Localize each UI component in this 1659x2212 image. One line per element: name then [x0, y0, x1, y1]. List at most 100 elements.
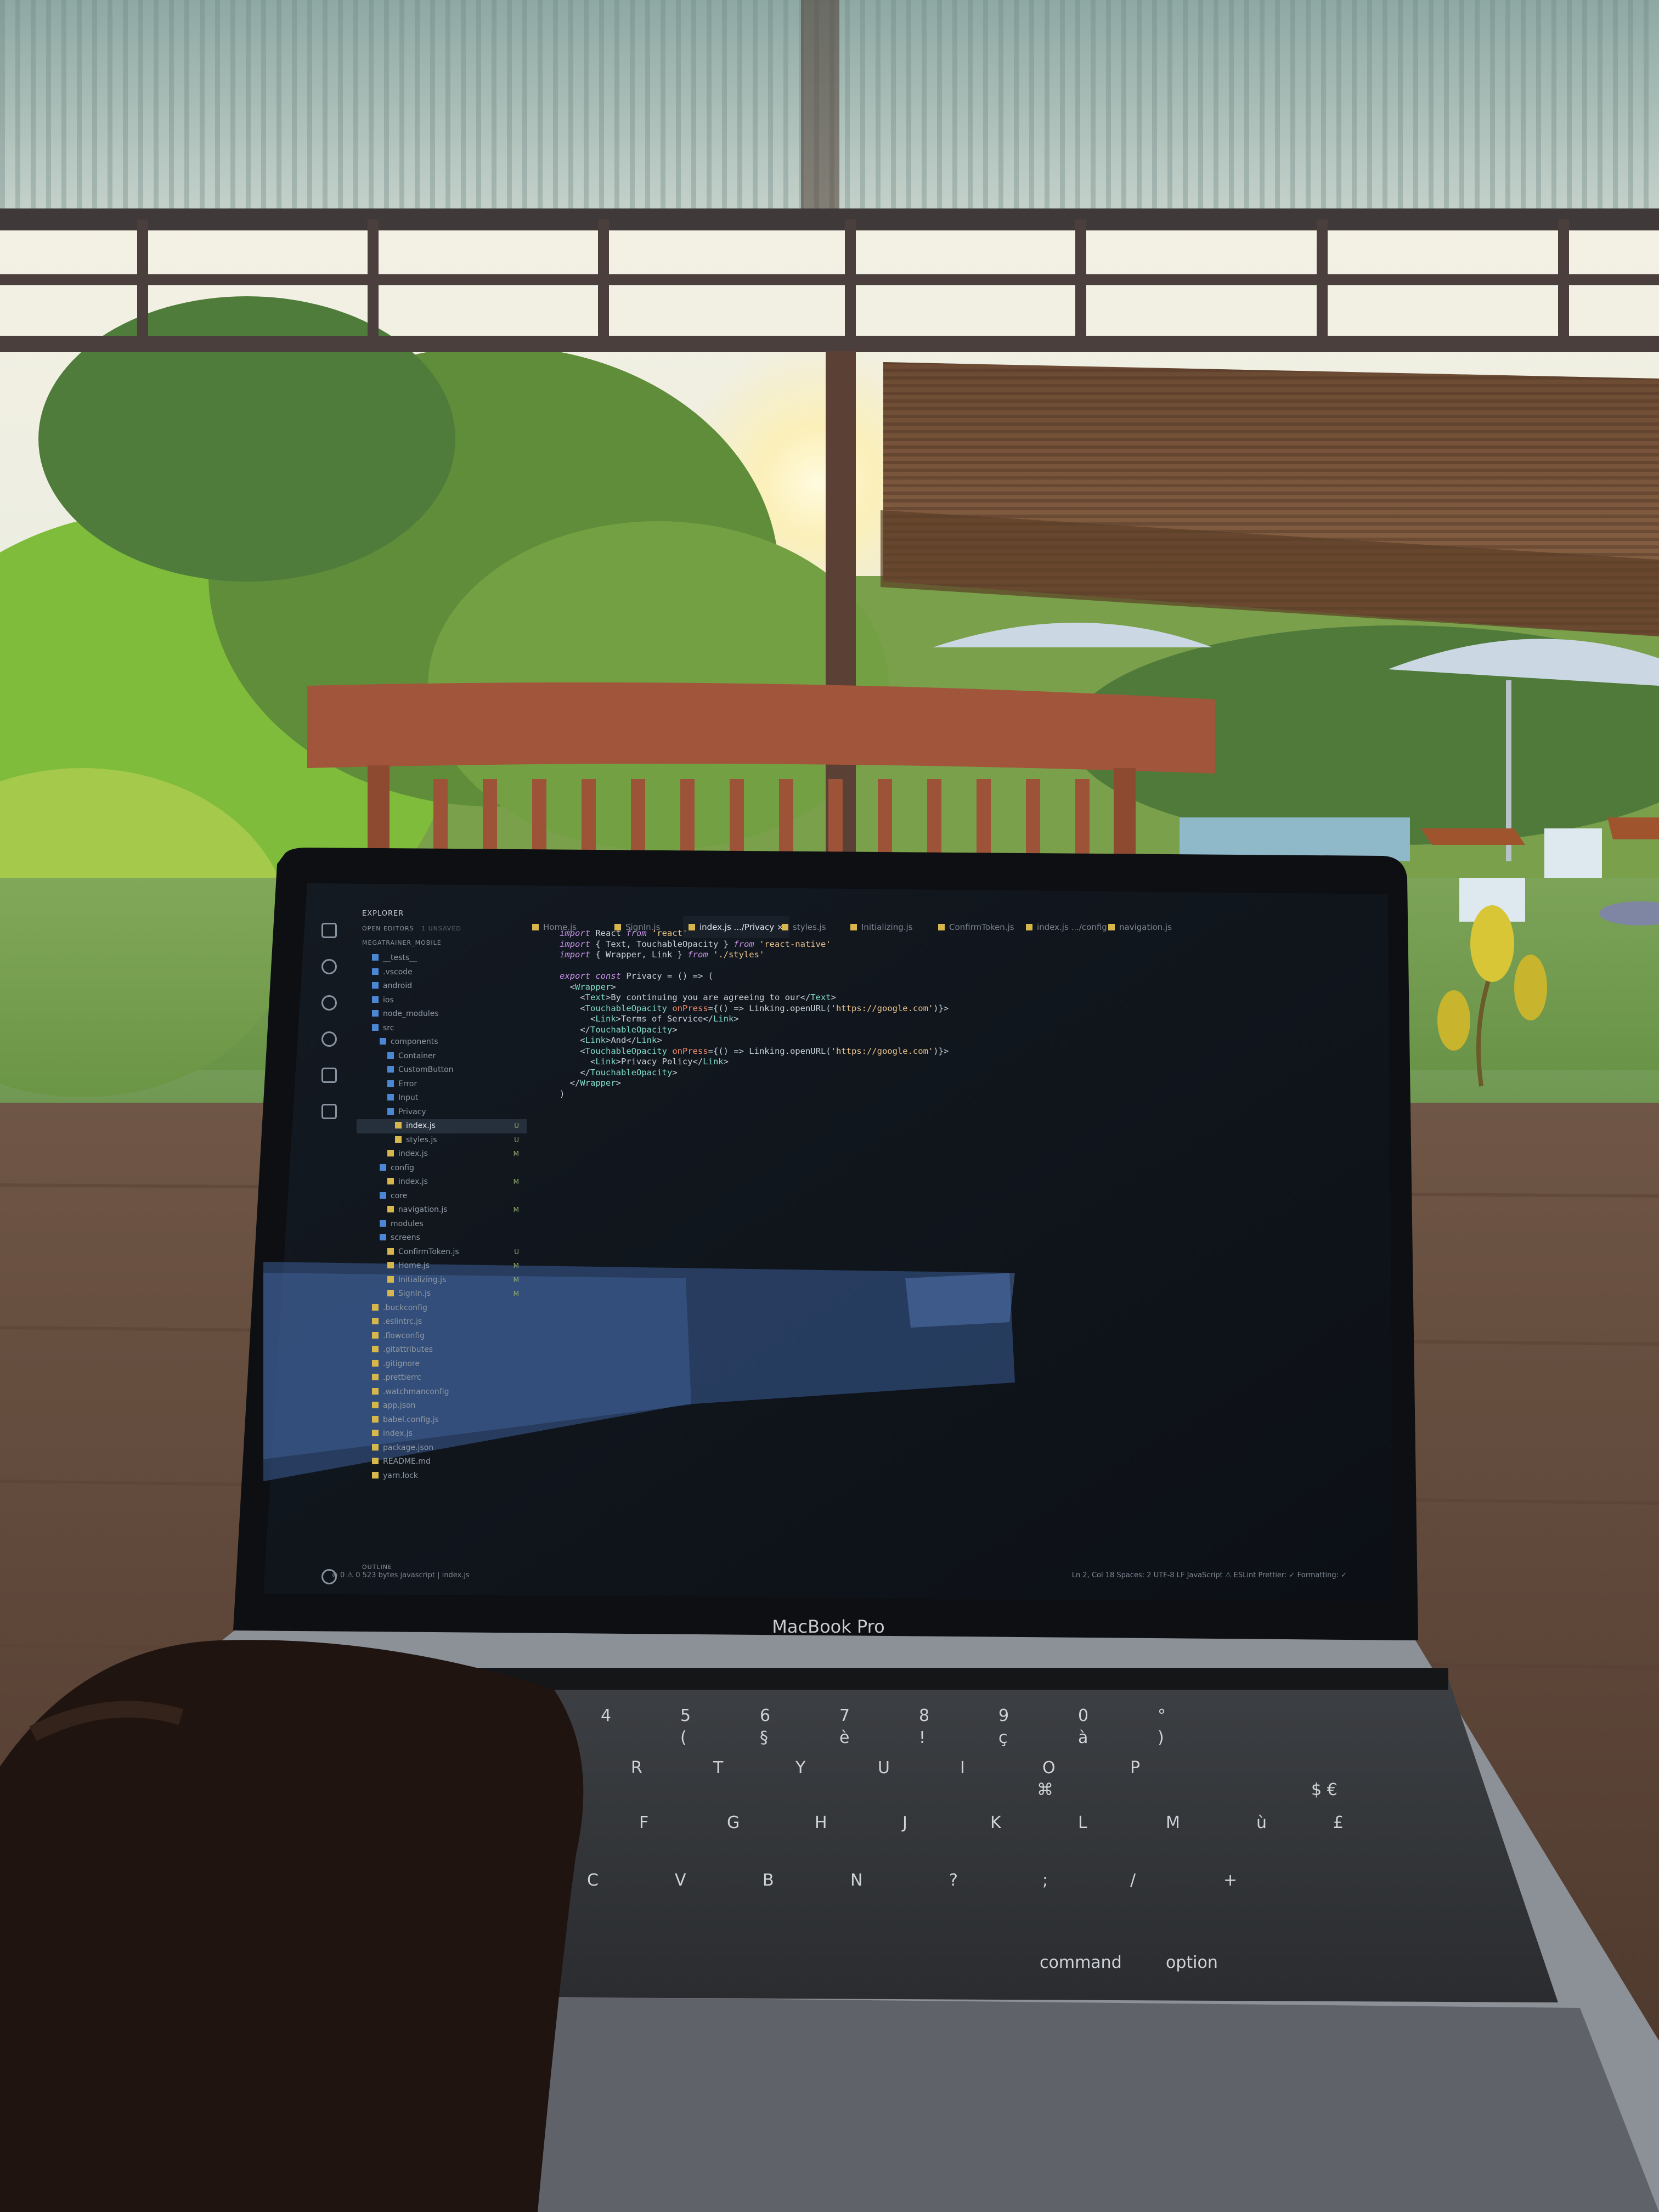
status-left[interactable]: ⊗ 0 ⚠ 0 523 bytes javascript | index.js: [332, 1571, 470, 1579]
keycap[interactable]: V: [675, 1871, 686, 1890]
tree-file[interactable]: index.js M: [357, 1147, 527, 1161]
keycap[interactable]: à: [1078, 1728, 1088, 1747]
keycap[interactable]: $ €: [1311, 1780, 1338, 1799]
file-tree: __tests__ .vscode android ios node_modules sr…: [357, 951, 527, 1483]
search-icon[interactable]: [321, 959, 337, 974]
keycap[interactable]: Y: [795, 1758, 805, 1778]
keycap[interactable]: £: [1333, 1813, 1344, 1832]
tree-file[interactable]: package.json: [357, 1441, 527, 1455]
keycap[interactable]: I: [960, 1758, 965, 1778]
keycap[interactable]: /: [1130, 1871, 1136, 1890]
source-control-icon[interactable]: [321, 995, 337, 1011]
tree-folder[interactable]: config: [357, 1161, 527, 1176]
keycap[interactable]: ù: [1256, 1813, 1267, 1832]
keycap[interactable]: ;: [1042, 1871, 1048, 1890]
tree-file[interactable]: app.json: [357, 1399, 527, 1413]
tree-file[interactable]: .watchmanconfig: [357, 1385, 527, 1400]
tree-file[interactable]: Initializing.js M: [357, 1273, 527, 1288]
files-icon[interactable]: [321, 923, 337, 938]
keycap[interactable]: 8: [919, 1706, 929, 1725]
tree-file[interactable]: .eslintrc.js: [357, 1315, 527, 1329]
tree-folder[interactable]: core: [357, 1189, 527, 1204]
unsaved-badge: 1 UNSAVED: [421, 925, 461, 932]
status-right[interactable]: Ln 2, Col 18 Spaces: 2 UTF-8 LF JavaScri…: [1072, 1571, 1347, 1579]
folder-icon: [387, 1094, 394, 1101]
debug-icon[interactable]: [321, 1031, 337, 1047]
tree-file[interactable]: index.js M: [357, 1175, 527, 1189]
keycap[interactable]: G: [727, 1813, 740, 1832]
tree-file[interactable]: babel.config.js: [357, 1413, 527, 1427]
keycap[interactable]: ): [1158, 1728, 1164, 1747]
keycap[interactable]: 7: [839, 1706, 850, 1725]
tree-file[interactable]: index.js: [357, 1427, 527, 1441]
keycap[interactable]: O: [1042, 1758, 1056, 1778]
tree-folder[interactable]: CustomButton: [357, 1063, 527, 1077]
project-header[interactable]: MEGATRAINER_MOBILE: [362, 939, 442, 946]
keycap[interactable]: (: [680, 1728, 687, 1747]
keycap[interactable]: K: [990, 1813, 1001, 1832]
tree-item-label: index.js: [406, 1121, 436, 1130]
tree-file[interactable]: navigation.js M: [357, 1203, 527, 1217]
tree-folder[interactable]: android: [357, 979, 527, 994]
tree-folder[interactable]: src: [357, 1022, 527, 1036]
keycap[interactable]: U: [878, 1758, 890, 1778]
tree-file[interactable]: index.js U: [357, 1119, 527, 1133]
keycap[interactable]: F: [639, 1813, 648, 1832]
keycap[interactable]: 0: [1078, 1706, 1088, 1725]
keycap[interactable]: !: [919, 1728, 926, 1747]
tree-folder[interactable]: __tests__: [357, 951, 527, 966]
keycap[interactable]: B: [763, 1871, 774, 1890]
keycap[interactable]: 9: [998, 1706, 1009, 1725]
keycap[interactable]: command: [1040, 1953, 1122, 1972]
tree-file[interactable]: ConfirmToken.js U: [357, 1245, 527, 1260]
keycap[interactable]: 6: [760, 1706, 770, 1725]
keycap[interactable]: L: [1078, 1813, 1087, 1832]
keycap[interactable]: M: [1166, 1813, 1180, 1832]
tree-file[interactable]: .gitattributes: [357, 1343, 527, 1357]
tree-file[interactable]: .flowconfig: [357, 1329, 527, 1344]
tree-folder[interactable]: Input: [357, 1091, 527, 1105]
keycap[interactable]: option: [1166, 1953, 1218, 1972]
tree-folder[interactable]: .vscode: [357, 966, 527, 980]
keycap[interactable]: è: [839, 1728, 849, 1747]
keycap[interactable]: ⌘: [1037, 1780, 1053, 1799]
tree-folder[interactable]: node_modules: [357, 1007, 527, 1022]
code-editor[interactable]: import React from 'react' import { Text, …: [560, 928, 1306, 1126]
keycap[interactable]: §: [760, 1728, 768, 1747]
keycap[interactable]: +: [1223, 1871, 1237, 1890]
tree-folder[interactable]: components: [357, 1035, 527, 1049]
outline-header[interactable]: OUTLINE: [362, 1564, 392, 1571]
keycap[interactable]: 4: [601, 1706, 611, 1725]
keycap[interactable]: C: [587, 1871, 599, 1890]
tree-file[interactable]: Home.js M: [357, 1259, 527, 1273]
keycap[interactable]: H: [815, 1813, 827, 1832]
keycap[interactable]: °: [1158, 1706, 1166, 1725]
tree-item-label: .watchmanconfig: [383, 1387, 449, 1396]
tree-file[interactable]: SignIn.js M: [357, 1287, 527, 1301]
tree-folder[interactable]: modules: [357, 1217, 527, 1232]
tree-folder[interactable]: Container: [357, 1049, 527, 1064]
keycap[interactable]: R: [631, 1758, 642, 1778]
tree-folder[interactable]: Privacy: [357, 1105, 527, 1120]
tree-folder[interactable]: Error: [357, 1077, 527, 1092]
keycap[interactable]: P: [1130, 1758, 1140, 1778]
tree-file[interactable]: .gitignore: [357, 1357, 527, 1372]
keycap[interactable]: T: [713, 1758, 723, 1778]
tree-file[interactable]: .buckconfig: [357, 1301, 527, 1316]
keycap[interactable]: ?: [949, 1871, 958, 1890]
tree-file[interactable]: .prettierrc: [357, 1371, 527, 1385]
keycap[interactable]: ç: [998, 1728, 1008, 1747]
tree-file[interactable]: yarn.lock: [357, 1469, 527, 1483]
extensions-icon[interactable]: [321, 1068, 337, 1083]
tree-file[interactable]: styles.js U: [357, 1133, 527, 1148]
tree-folder[interactable]: screens: [357, 1231, 527, 1245]
keycap[interactable]: 5: [680, 1706, 691, 1725]
git-status-badge: M: [513, 1262, 519, 1269]
tree-file[interactable]: README.md: [357, 1455, 527, 1469]
keycap[interactable]: N: [850, 1871, 862, 1890]
docker-icon[interactable]: [321, 1104, 337, 1119]
keycap[interactable]: J: [902, 1813, 907, 1832]
open-editors-header[interactable]: OPEN EDITORS 1 UNSAVED: [362, 925, 461, 932]
tree-folder[interactable]: ios: [357, 994, 527, 1008]
vscode-window: EXPLORER OPEN EDITORS 1 UNSAVED MEGATRAI…: [315, 901, 1383, 1606]
